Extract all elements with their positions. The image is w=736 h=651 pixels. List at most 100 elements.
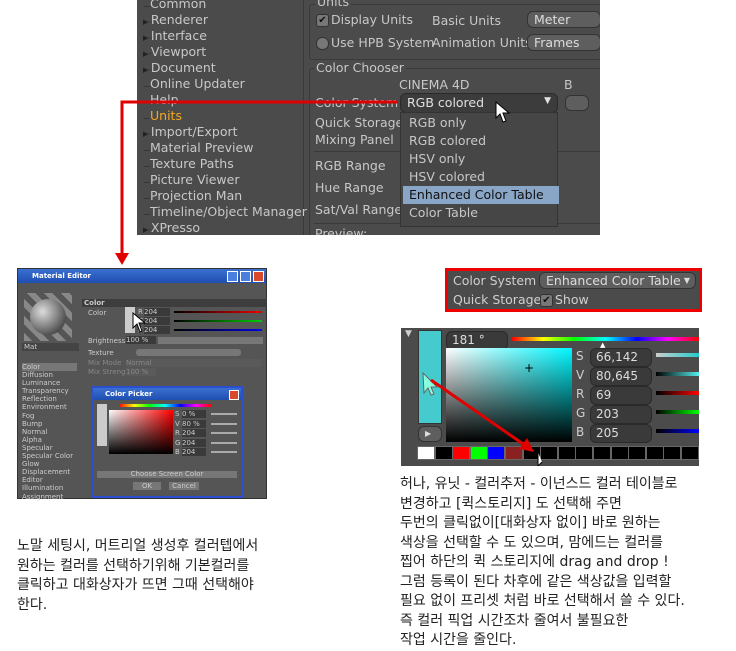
channel-item[interactable]: Normal bbox=[22, 428, 77, 436]
rgb-rows: R204G204B204 bbox=[138, 308, 263, 335]
picker-row: V 80 % bbox=[175, 419, 239, 430]
picker-field[interactable]: 0 % bbox=[182, 410, 206, 418]
current-color-swatch bbox=[97, 404, 107, 446]
caption-line: 클릭하고 대화상자가 뜨면 그때 선택해야 bbox=[17, 577, 254, 593]
channel-label: Specular Color bbox=[22, 452, 74, 461]
channel-item[interactable]: Assignment bbox=[22, 493, 77, 501]
channel-item[interactable]: Color bbox=[22, 363, 77, 372]
chevron-down-icon: ▼ bbox=[683, 276, 690, 285]
channel-item[interactable]: Reflection bbox=[22, 395, 77, 403]
picker-slider[interactable] bbox=[211, 413, 237, 415]
rgb-field[interactable]: 204 bbox=[144, 308, 170, 316]
caption-line: 색상을 선택할 수 도 있으며, 맘에드는 컬러를 bbox=[400, 534, 663, 551]
picker-row: G 204 bbox=[175, 438, 239, 449]
rgb-slider[interactable] bbox=[174, 311, 262, 313]
picker-field[interactable]: 204 bbox=[182, 438, 206, 447]
channel-label: Fog bbox=[22, 411, 35, 420]
picker-row-label: G bbox=[175, 438, 181, 447]
picker-row: B 204 bbox=[175, 448, 239, 458]
close-button[interactable] bbox=[229, 390, 239, 400]
material-name[interactable]: Mat bbox=[22, 343, 79, 351]
brightness-label: Brightness bbox=[88, 337, 126, 345]
caption-line: 노말 세팅시, 머트리얼 생성후 컬러텝에서 bbox=[17, 538, 259, 554]
channel-label: Bump bbox=[22, 419, 43, 428]
material-preview[interactable] bbox=[24, 293, 72, 341]
choose-screen-color-button[interactable]: Choose Screen Color bbox=[97, 471, 237, 478]
color-label: Color bbox=[88, 309, 107, 317]
channel-list: Color Diffusion Luminance Transparency Refle… bbox=[22, 363, 77, 501]
rgb-row: G204 bbox=[138, 317, 263, 326]
rgb-slider[interactable] bbox=[174, 320, 262, 322]
picker-row: S0 % bbox=[175, 410, 239, 420]
maximize-button[interactable] bbox=[240, 271, 251, 282]
picker-slider[interactable] bbox=[211, 451, 237, 453]
channel-item[interactable]: Specular Color bbox=[22, 452, 77, 460]
color-system-dropdown[interactable]: Enhanced Color Table ▼ bbox=[539, 272, 696, 289]
picker-field[interactable]: 204 bbox=[182, 429, 206, 437]
color-system-settings: Color System Enhanced Color Table ▼ Quick… bbox=[445, 268, 702, 312]
quick-storage-label: Quick Storage bbox=[453, 292, 542, 307]
picker-slider[interactable] bbox=[211, 422, 237, 425]
cancel-button[interactable]: Cancel bbox=[169, 482, 199, 490]
close-button[interactable] bbox=[253, 271, 264, 282]
rgb-field[interactable]: 204 bbox=[144, 326, 170, 334]
channel-label: Reflection bbox=[22, 395, 57, 404]
drag-arrow bbox=[422, 371, 543, 466]
hue-slider[interactable] bbox=[119, 404, 211, 407]
color-picker-dialog: Color Picker S0 % V 80 % R 204 G 204 B 204 Choos… bbox=[91, 386, 243, 498]
channel-item[interactable]: Alpha bbox=[22, 436, 77, 444]
channel-item[interactable]: Luminance bbox=[22, 379, 77, 387]
channel-item[interactable]: Glow bbox=[22, 460, 77, 468]
rgb-row: R 204 bbox=[138, 308, 263, 317]
channel-item[interactable]: Editor bbox=[22, 476, 77, 484]
picker-slider[interactable] bbox=[211, 432, 237, 434]
channel-item[interactable]: Transparency bbox=[22, 387, 77, 395]
channel-item[interactable]: Fog bbox=[22, 412, 77, 420]
caption-left: 노말 세팅시, 머트리얼 생성후 컬러텝에서 원하는 컬러를 선택하기위해 기본컬… bbox=[17, 537, 258, 615]
mix-strength-field[interactable]: 100 % bbox=[126, 368, 156, 376]
color-picker-titlebar: Color Picker bbox=[93, 388, 241, 400]
caption-line: 작업 시간을 줄인다. bbox=[400, 632, 517, 648]
channel-label: Displacement bbox=[22, 468, 71, 477]
rgb-field[interactable]: 204 bbox=[144, 317, 170, 325]
channel-item[interactable]: Specular bbox=[22, 444, 77, 452]
mix-mode-dropdown[interactable]: Normal bbox=[126, 359, 261, 367]
texture-label: Texture bbox=[88, 349, 114, 357]
texture-field[interactable] bbox=[136, 349, 241, 356]
channel-item[interactable]: Bump bbox=[22, 420, 77, 428]
channel-label: Normal bbox=[22, 427, 48, 436]
connector-arrow bbox=[115, 100, 398, 265]
channel-item[interactable]: Displacement bbox=[22, 468, 77, 476]
saturation-value-field[interactable] bbox=[109, 410, 173, 454]
color-system-label: Color System bbox=[453, 273, 537, 288]
channel-item[interactable]: Illumination bbox=[22, 484, 77, 492]
ok-button[interactable]: OK bbox=[133, 482, 161, 490]
channel-label: Color bbox=[22, 363, 41, 371]
channel-item[interactable]: Diffusion bbox=[22, 371, 77, 379]
caption-line: 찝어 하단의 퀵 스토리지에 drag and drop ! bbox=[400, 554, 669, 570]
caption-line: 그럼 등록이 된다 차후에 같은 색상값을 입력할 bbox=[400, 573, 672, 590]
brightness-field[interactable]: 100 % bbox=[126, 336, 156, 344]
caption-line: 허나, 유닛 - 컬러추저 - 이넌스드 컬러 테이블로 bbox=[400, 476, 678, 492]
channel-label: Alpha bbox=[22, 435, 42, 444]
picker-row-label: R bbox=[175, 429, 180, 437]
enhanced-color-picker: ▼ ▶ 181 ° ▲ + S66,142 %V80,645 %R69G203B… bbox=[401, 328, 699, 466]
picker-field[interactable]: 204 bbox=[182, 448, 206, 456]
picker-row-label: V bbox=[175, 419, 180, 428]
quick-storage-checkbox[interactable]: ✔ bbox=[540, 294, 553, 307]
channel-item[interactable]: Environment bbox=[22, 403, 77, 411]
caption-right: 허나, 유닛 - 컬러추저 - 이넌스드 컬러 테이블로변경하고 [퀵스토리지]… bbox=[400, 475, 685, 651]
minimize-button[interactable] bbox=[227, 271, 238, 282]
picker-slider[interactable] bbox=[211, 441, 237, 444]
channel-label: Specular bbox=[22, 443, 53, 452]
rgb-slider[interactable] bbox=[174, 329, 262, 331]
picker-field[interactable]: 80 % bbox=[182, 419, 206, 428]
brightness-slider[interactable] bbox=[158, 337, 263, 344]
caption-line: 즉 컬러 픽업 시간조차 줄여서 불필요한 bbox=[400, 612, 629, 629]
rgb-row: B204 bbox=[138, 326, 263, 335]
show-label: Show bbox=[555, 292, 589, 307]
channel-label: Illumination bbox=[22, 484, 64, 493]
caption-line: 필요 없이 프리셋 처럼 바로 선택해서 쓸 수 있다. bbox=[400, 593, 685, 609]
caption-line: 변경하고 [퀵스토리지] 도 선택해 주면 bbox=[400, 495, 622, 512]
picker-row: R 204 bbox=[175, 429, 239, 439]
